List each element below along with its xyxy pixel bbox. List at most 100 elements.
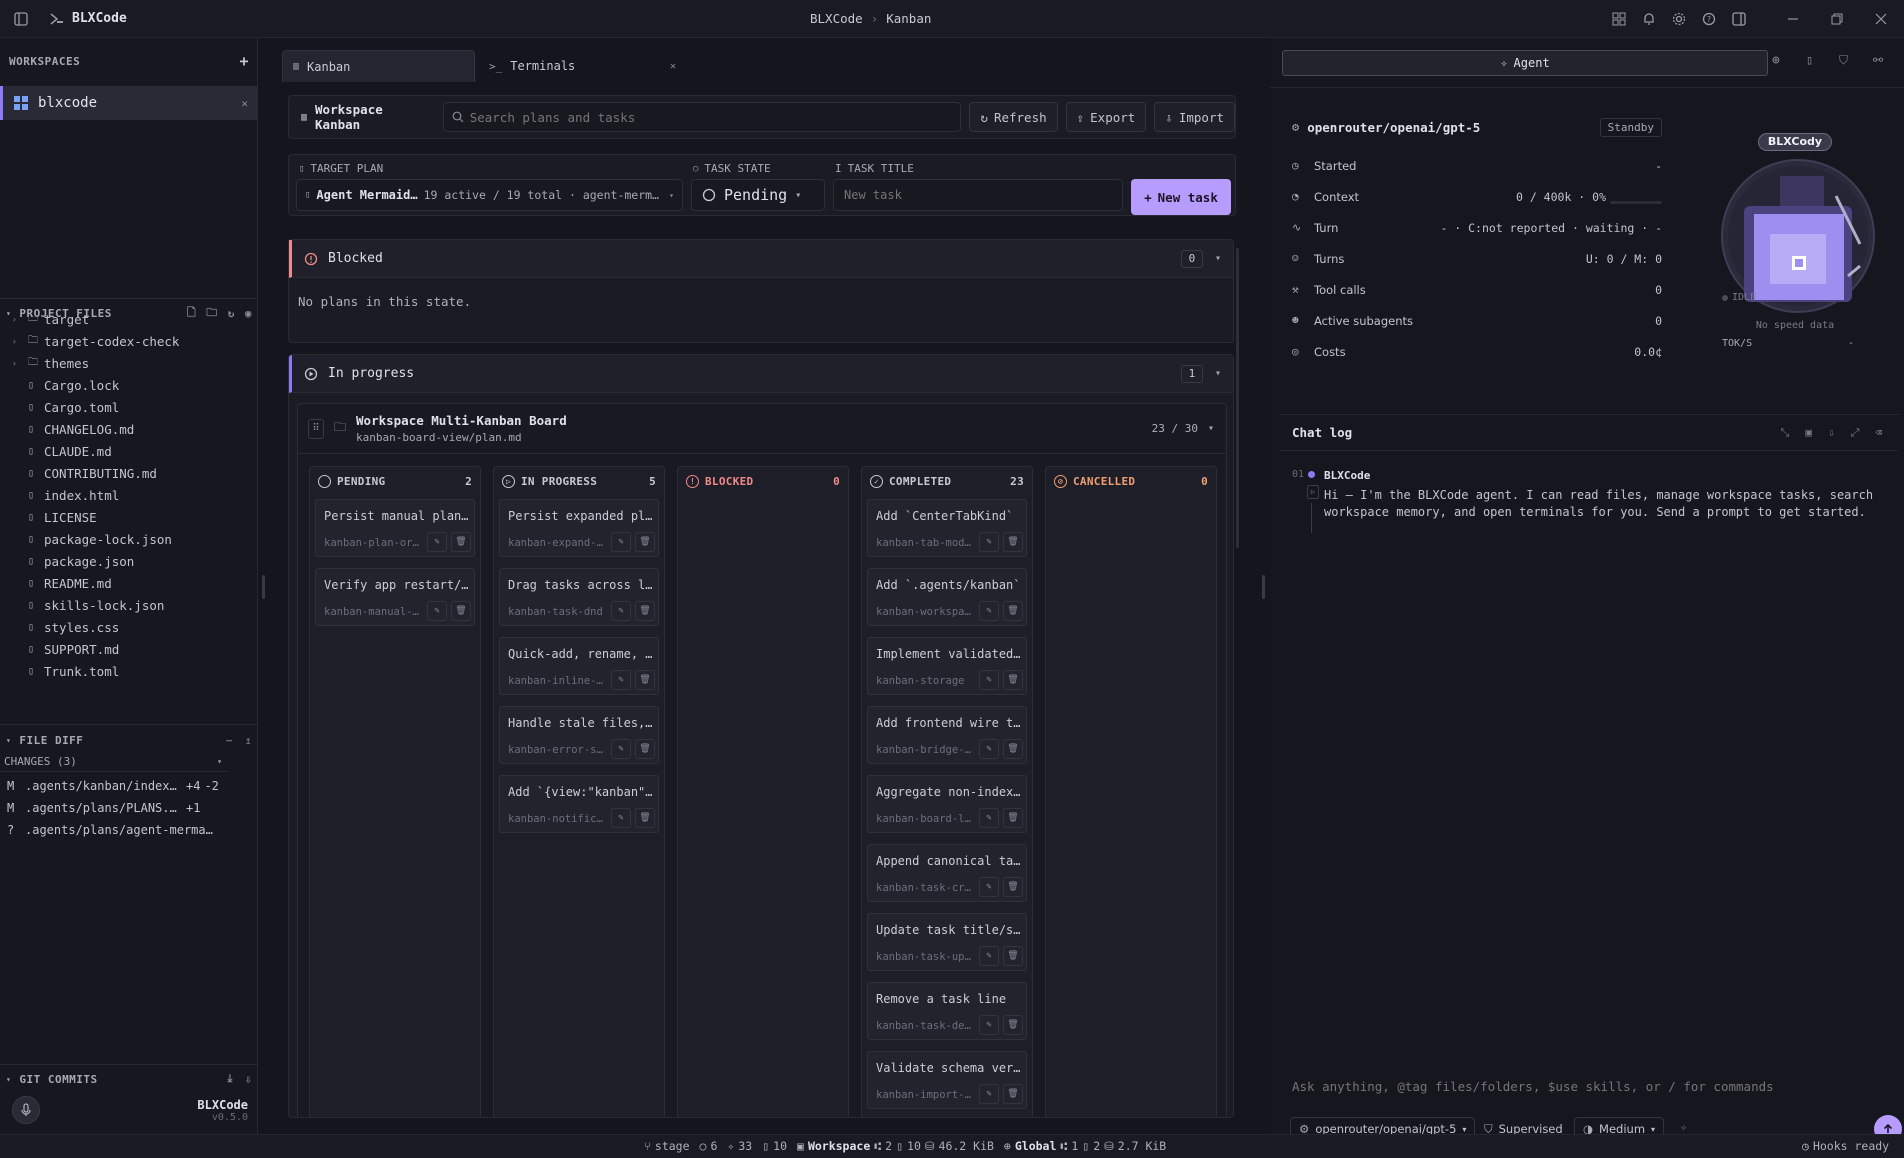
close-workspace-icon[interactable]: ✕ [241,97,248,110]
prompt-input[interactable] [1292,1079,1886,1109]
trash-icon[interactable]: 🗑 [451,532,471,552]
sidebar-resize-handle[interactable] [262,575,265,599]
trash-icon[interactable]: 🗑 [635,808,655,828]
tree-folder[interactable]: › 🗀 target [0,315,250,330]
trash-icon[interactable]: 🗑 [451,601,471,621]
task-card[interactable]: Verify app restart/reload kanban-manual-c… [315,568,475,626]
change-item[interactable]: ? .agents/plans/agent-mermaid-diagrams.md [0,819,256,841]
task-card[interactable]: Persist manual plan order kanban-plan-ord… [315,499,475,557]
collapse-icon[interactable]: − [226,734,233,747]
trash-icon[interactable]: 🗑 [1003,670,1023,690]
gear-icon[interactable] [1668,8,1690,30]
task-card[interactable]: Add `CenterTabKind` kanban-tab-model ✎ 🗑 [867,499,1027,557]
global-stats[interactable]: ⊕ Global ⑆ 1 ▯ 2 ⛁ 2.7 KiB [1004,1139,1166,1153]
task-card[interactable]: Quick-add, rename, delete kanban-inline-e… [499,637,659,695]
chevron-down-icon[interactable]: ▾ [1215,368,1221,379]
tree-file[interactable]: ▯ index.html [0,484,250,506]
tree-file[interactable]: ▯ CLAUDE.md [0,440,250,462]
edit-icon[interactable]: ✎ [979,946,999,966]
trash-icon[interactable]: 🗑 [1003,808,1023,828]
tree-file[interactable]: ▯ SUPPORT.md [0,638,250,660]
in-progress-header[interactable]: In progress 1 ▾ [289,355,1233,393]
tree-file[interactable]: ▯ package-lock.json [0,528,250,550]
refresh-button[interactable]: ↻ Refresh [969,102,1058,132]
trash-icon[interactable]: 🗑 [635,739,655,759]
tree-folder[interactable]: › 🗀 themes [0,352,250,374]
tree-folder[interactable]: › 🗀 target-codex-check [0,330,250,352]
tab-terminals[interactable]: >_ Terminals ✕ [481,50,676,82]
trash-icon[interactable]: 🗑 [1003,1015,1023,1035]
trash-icon[interactable]: 🗑 [1003,946,1023,966]
download-icon[interactable]: ⇩ [245,1073,252,1086]
import-button[interactable]: ⇩ Import [1154,102,1235,132]
shield-icon[interactable]: ⛉ [1839,53,1848,68]
blocked-header[interactable]: Blocked 0 ▾ [289,240,1233,278]
tree-file[interactable]: ▯ package.json [0,550,250,572]
change-item[interactable]: M .agents/kanban/index.json +4-2 [0,775,256,797]
task-card[interactable]: Validate schema version kanban-import-che… [867,1051,1027,1109]
edit-icon[interactable]: ✎ [979,1084,999,1104]
fetch-icon[interactable]: ⤓ [228,1072,233,1086]
tree-file[interactable]: ▯ Trunk.toml [0,660,250,682]
edit-icon[interactable]: ✎ [979,739,999,759]
edit-icon[interactable]: ✎ [427,601,447,621]
task-card[interactable]: Update task title/state kanban-task-updat… [867,913,1027,971]
right-resize-handle[interactable] [1262,575,1265,599]
magic-icon[interactable]: ✧ [1680,1120,1687,1134]
edit-icon[interactable]: ✎ [611,808,631,828]
edit-icon[interactable]: ✎ [979,601,999,621]
link-icon[interactable]: ⚯ [1873,53,1883,67]
trash-icon[interactable]: 🗑 [635,601,655,621]
task-card[interactable]: Add `.agents/kanban` kanban-workspace ✎ 🗑 [867,568,1027,626]
breadcrumb-root[interactable]: BLXCode [810,11,863,26]
task-card[interactable]: Persist expanded plans kanban-expand-stat… [499,499,659,557]
trash-icon[interactable]: 🗑 [1003,601,1023,621]
microphone-icon[interactable] [12,1096,40,1124]
edit-icon[interactable]: ✎ [979,532,999,552]
change-item[interactable]: M .agents/plans/PLANS.md +1 [0,797,256,819]
tree-file[interactable]: ▯ styles.css [0,616,250,638]
collapse-icon[interactable]: ⤡ [1781,426,1790,440]
edit-icon[interactable]: ✎ [427,532,447,552]
edit-icon[interactable]: ✎ [979,877,999,897]
expand-message-icon[interactable]: ▷ [1307,485,1319,499]
globe-icon[interactable]: ⊕ [1772,53,1780,68]
bell-icon[interactable] [1638,8,1660,30]
eraser-icon[interactable]: ⌫ [1875,426,1882,439]
edit-icon[interactable]: ✎ [979,1015,999,1035]
workspace-stats[interactable]: ▣ Workspace ⑆ 2 ▯ 10 ⛁ 46.2 KiB [797,1139,994,1153]
tree-file[interactable]: ▯ CONTRIBUTING.md [0,462,250,484]
chevron-down-icon[interactable]: ▾ [6,1075,11,1084]
tree-file[interactable]: ▯ Cargo.lock [0,374,250,396]
trash-icon[interactable]: 🗑 [1003,1084,1023,1104]
edit-icon[interactable]: ✎ [611,670,631,690]
trash-icon[interactable]: 🗑 [1003,739,1023,759]
minimize-icon[interactable] [1782,8,1804,30]
tree-file[interactable]: ▯ Cargo.toml [0,396,250,418]
close-window-icon[interactable] [1870,8,1892,30]
chevron-down-icon[interactable]: ▾ [6,736,11,745]
restore-icon[interactable] [1826,8,1848,30]
edit-icon[interactable]: ✎ [611,532,631,552]
close-tab-icon[interactable]: ✕ [670,61,676,72]
tree-file[interactable]: ▯ LICENSE [0,506,250,528]
task-card[interactable]: Append canonical tasks kanban-task-create… [867,844,1027,902]
upload-icon[interactable]: ↥ [245,734,252,747]
task-card[interactable]: Handle stale files, errors kanban-error-s… [499,706,659,764]
task-title-input[interactable] [833,179,1123,211]
add-workspace-icon[interactable]: + [239,52,249,70]
hooks-status[interactable]: ◷ Hooks ready [1802,1139,1889,1153]
download-icon[interactable]: ⇩ [1828,426,1835,439]
trash-icon[interactable]: 🗑 [635,532,655,552]
task-card[interactable]: Add `{view:"kanban"}` kanban-notification… [499,775,659,833]
task-card[interactable]: Add frontend wire types kanban-bridge-typ… [867,706,1027,764]
workspace-item-blxcode[interactable]: blxcode ✕ [0,86,258,120]
changes-header[interactable]: CHANGES (3) ▾ [0,752,228,772]
trash-icon[interactable]: 🗑 [1003,877,1023,897]
image-icon[interactable]: ▣ [1805,426,1812,439]
task-card[interactable]: Aggregate non-indexed kanban-board-load ✎ 🗑 [867,775,1027,833]
branch-item[interactable]: ⑂ stage [644,1139,690,1153]
expand-icon[interactable]: ⤢ [1851,426,1860,440]
new-task-button[interactable]: + New task [1131,179,1231,215]
grid-icon[interactable] [1608,8,1630,30]
